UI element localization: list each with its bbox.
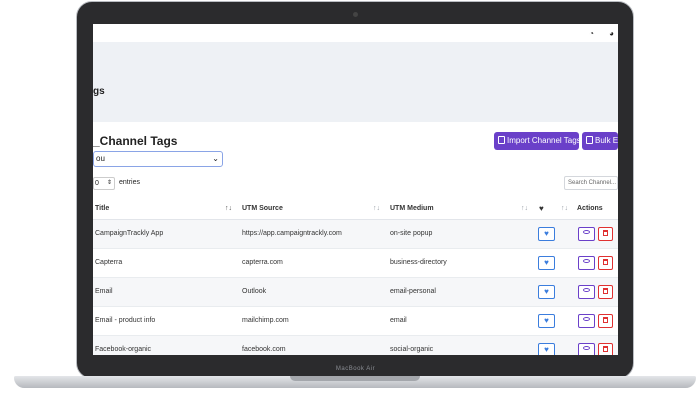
sort-arrows-icon: ⇕ <box>106 180 112 186</box>
row-utm-medium: business-directory <box>390 259 447 266</box>
table-row: Email Outlook email-personal ♥ <box>93 278 618 307</box>
trash-icon <box>603 230 608 236</box>
sort-icon-favorite[interactable]: ↑↓ <box>561 205 568 212</box>
table-row: CampaignTrackly App https://app.campaign… <box>93 220 618 249</box>
row-title: Facebook-organic <box>95 346 152 353</box>
favorite-button[interactable]: ♥ <box>538 285 555 299</box>
delete-button[interactable] <box>598 227 613 241</box>
heart-icon: ♥ <box>539 204 544 213</box>
table-row: Email - product info mailchimp.com email… <box>93 307 618 336</box>
filter-select[interactable]: ou ⌄ <box>93 151 223 167</box>
column-title[interactable]: Title <box>95 205 109 212</box>
delete-button[interactable] <box>598 256 613 270</box>
bulk-button-label: Bulk Ex <box>595 136 618 145</box>
table-row: Facebook-organic facebook.com social-org… <box>93 336 618 355</box>
favorite-button[interactable]: ♥ <box>538 314 555 328</box>
view-button[interactable] <box>578 285 595 299</box>
column-utm-medium[interactable]: UTM Medium <box>390 205 434 212</box>
eye-icon <box>583 346 590 350</box>
delete-button[interactable] <box>598 285 613 299</box>
row-utm-medium: on-site popup <box>390 230 433 237</box>
import-icon <box>498 136 505 144</box>
column-actions: Actions <box>577 205 603 212</box>
eye-icon <box>583 317 590 321</box>
laptop-notch <box>290 376 420 381</box>
entries-label: entries <box>119 179 141 186</box>
row-utm-source: facebook.com <box>242 346 286 353</box>
row-utm-source: https://app.campaigntrackly.com <box>242 230 342 237</box>
row-utm-source: mailchimp.com <box>242 317 289 324</box>
sort-icon-medium[interactable]: ↑↓ <box>521 205 528 212</box>
view-button[interactable] <box>578 343 595 355</box>
import-button-label: Import Channel Tags <box>507 136 579 145</box>
delete-button[interactable] <box>598 343 613 355</box>
page-header <box>93 42 618 122</box>
search-input[interactable]: Search Channel... <box>564 176 618 190</box>
sort-icon-title[interactable]: ↑↓ <box>225 205 232 212</box>
column-utm-source[interactable]: UTM Source <box>242 205 283 212</box>
view-button[interactable] <box>578 256 595 270</box>
eye-icon <box>583 230 590 234</box>
trash-icon <box>603 259 608 265</box>
table-row: Capterra capterra.com business-directory… <box>93 249 618 278</box>
top-bar: ◔ ◕ <box>93 24 618 42</box>
entries-value: 0 <box>95 180 99 187</box>
favorite-button[interactable]: ♥ <box>538 256 555 270</box>
favorite-button[interactable]: ♥ <box>538 227 555 241</box>
dashboard-icon[interactable]: ◔ <box>587 29 596 38</box>
delete-button[interactable] <box>598 314 613 328</box>
trash-icon <box>603 288 608 294</box>
channel-tags-table: Title ↑↓ UTM Source ↑↓ UTM Medium ↑↓ ♥ ↑… <box>93 200 618 355</box>
row-title: CampaignTrackly App <box>95 230 164 237</box>
row-utm-medium: email <box>390 317 407 324</box>
import-channel-tags-button[interactable]: Import Channel Tags <box>494 132 579 150</box>
row-title: Email - product info <box>95 317 156 324</box>
trash-icon <box>603 317 608 323</box>
row-utm-medium: email-personal <box>390 288 436 295</box>
row-title: Email <box>95 288 113 295</box>
card-title: _Channel Tags <box>93 134 178 148</box>
webcam <box>353 12 358 17</box>
table-header: Title ↑↓ UTM Source ↑↓ UTM Medium ↑↓ ♥ ↑… <box>93 200 618 220</box>
entries-per-page-select[interactable]: 0 ⇕ <box>93 177 115 190</box>
favorite-button[interactable]: ♥ <box>538 343 555 355</box>
pie-chart-icon[interactable]: ◕ <box>607 29 616 38</box>
row-utm-source: Outlook <box>242 288 267 295</box>
export-icon <box>586 136 593 144</box>
row-title: Capterra <box>95 259 123 266</box>
view-button[interactable] <box>578 227 595 241</box>
bulk-export-button[interactable]: Bulk Ex <box>582 132 618 150</box>
eye-icon <box>583 288 590 292</box>
trash-icon <box>603 346 608 352</box>
view-button[interactable] <box>578 314 595 328</box>
row-utm-medium: social-organic <box>390 346 434 353</box>
row-utm-source: capterra.com <box>242 259 283 266</box>
search-placeholder: Search Channel... <box>568 180 617 186</box>
chevron-down-icon: ⌄ <box>212 154 219 163</box>
sort-icon-source[interactable]: ↑↓ <box>373 205 380 212</box>
app-screen: ◔ ◕ gs _Channel Tags Import Channel Tags… <box>93 24 618 355</box>
laptop-label: MacBook Air <box>335 366 376 372</box>
page-title: gs <box>93 86 105 97</box>
filter-select-value: ou <box>96 154 105 163</box>
eye-icon <box>583 259 590 263</box>
